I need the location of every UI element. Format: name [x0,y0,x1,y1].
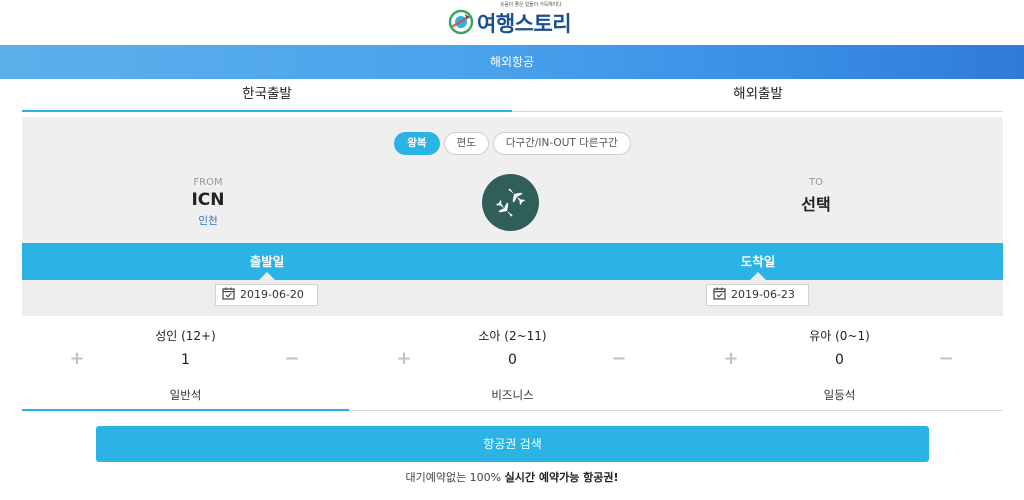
infant-minus-button[interactable]: − [934,349,958,369]
adult-minus-button[interactable]: − [280,349,304,369]
passenger-selector: 성인 (12+) + 1 − 소아 (2~11) + 0 − 유아 (0~1) … [22,316,1003,380]
tab-overseas-departure[interactable]: 해외출발 [513,79,1003,112]
arrival-date-picker[interactable]: 2019-06-23 [706,284,809,306]
calendar-icon [222,287,235,300]
trip-panel: 왕복 편도 다구간/IN-OUT 다른구간 FROM ICN 인천 TO 선택 [22,117,1003,243]
logo-text[interactable]: 여행스토리 [477,8,572,38]
footer-note: 대기예약없는 100% 실시간 예약가능 항공권! [0,469,1024,485]
site-header: 웃음이 좋은 일들이 가득해지다. 여행스토리 [0,0,1024,45]
search-flights-button[interactable]: 항공권 검색 [96,426,929,462]
logo-tagline: 웃음이 좋은 일들이 가득해지다. [500,2,563,8]
date-picker-row: 2019-06-20 2019-06-23 [22,280,1003,316]
cabin-first[interactable]: 일등석 [676,380,1003,411]
from-airport[interactable]: FROM ICN 인천 [148,177,268,228]
trip-type-round[interactable]: 왕복 [394,132,440,155]
trip-type-oneway[interactable]: 편도 [443,132,489,155]
section-title-bar: 해외항공 [0,45,1024,79]
to-airport[interactable]: TO 선택 [756,177,876,215]
trip-type-selector: 왕복 편도 다구간/IN-OUT 다른구간 [22,132,1003,155]
departure-date-picker[interactable]: 2019-06-20 [215,284,318,306]
child-counter: 소아 (2~11) + 0 − [349,316,676,380]
adult-counter: 성인 (12+) + 1 − [22,316,349,380]
cabin-business[interactable]: 비즈니스 [349,380,676,411]
date-header-band: 출발일 도착일 [22,243,1003,281]
cabin-class-tabs: 일반석 비즈니스 일등석 [22,380,1003,411]
to-label: TO [809,177,823,188]
from-city: 인천 [198,215,218,227]
airplane-swap-icon [496,188,525,217]
footer-highlight: 실시간 예약가능 항공권! [504,471,619,484]
infant-label: 유아 (0~1) [809,329,870,343]
child-minus-button[interactable]: − [607,349,631,369]
footer-prefix: 대기예약없는 100% [405,471,505,484]
from-label: FROM [193,177,223,188]
to-value: 선택 [801,195,831,214]
direction-tabs: 한국출발 해외출발 [22,79,1003,112]
adult-label: 성인 (12+) [155,329,216,343]
departure-date-value: 2019-06-20 [240,288,304,301]
infant-counter: 유아 (0~1) + 0 − [676,316,1003,380]
cabin-economy[interactable]: 일반석 [22,380,349,411]
tab-korea-departure[interactable]: 한국출발 [22,79,512,112]
from-code: ICN [191,190,225,210]
arrival-date-value: 2019-06-23 [731,288,795,301]
swap-route-button[interactable] [482,174,539,231]
logo-globe-icon[interactable] [448,9,474,35]
calendar-icon [713,287,726,300]
trip-type-multi[interactable]: 다구간/IN-OUT 다른구간 [492,132,631,155]
child-label: 소아 (2~11) [478,329,547,343]
